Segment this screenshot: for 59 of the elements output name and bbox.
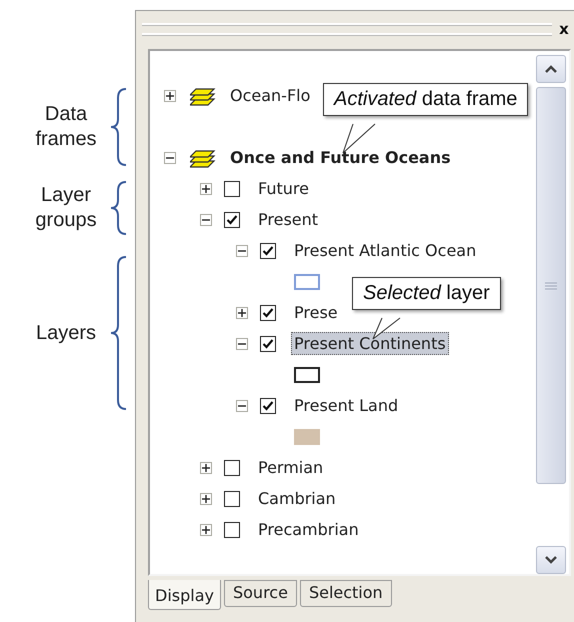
chevron-down-icon xyxy=(545,556,557,564)
checkbox[interactable] xyxy=(224,212,240,228)
checkbox[interactable] xyxy=(260,242,276,258)
expand-toggle[interactable] xyxy=(164,152,176,164)
plus-icon xyxy=(166,92,174,100)
checkmark-icon xyxy=(262,244,274,256)
layer-name[interactable]: Present Land xyxy=(291,394,402,417)
curly-brace xyxy=(110,181,128,235)
layer-group-name[interactable]: Precambrian xyxy=(255,518,362,541)
tab[interactable]: Selection xyxy=(300,580,392,607)
layer-name[interactable]: Present Continents xyxy=(291,332,449,355)
expand-toggle[interactable] xyxy=(200,214,212,226)
checkbox[interactable] xyxy=(224,180,240,196)
expand-toggle[interactable] xyxy=(164,90,176,102)
checkmark-icon xyxy=(262,338,274,350)
grip-icon xyxy=(545,282,557,290)
layer-group-name[interactable]: Present xyxy=(255,208,322,231)
scroll-up-button[interactable] xyxy=(536,55,566,83)
expand-toggle[interactable] xyxy=(200,492,212,504)
plus-icon xyxy=(202,184,210,192)
close-button[interactable]: x xyxy=(558,20,570,38)
expand-toggle[interactable] xyxy=(236,400,248,412)
layer-name[interactable]: Present Atlantic Ocean xyxy=(291,239,480,262)
chevron-up-icon xyxy=(545,65,557,73)
annotation-label: Data frames xyxy=(34,102,98,152)
checkbox[interactable] xyxy=(224,460,240,476)
expand-toggle[interactable] xyxy=(200,182,212,194)
checkmark-icon xyxy=(262,306,274,318)
checkbox[interactable] xyxy=(224,522,240,538)
checkbox[interactable] xyxy=(260,398,276,414)
expand-toggle[interactable] xyxy=(200,524,212,536)
annotation-label: Layer groups xyxy=(34,183,98,233)
data-frame-name[interactable]: Once and Future Oceans xyxy=(227,146,454,169)
checkbox[interactable] xyxy=(260,304,276,320)
annotation-label: Layers xyxy=(34,320,98,346)
scrollbar-thumb[interactable] xyxy=(536,87,566,484)
plus-icon xyxy=(238,308,246,316)
title-grip[interactable] xyxy=(142,23,552,35)
plus-icon xyxy=(202,464,210,472)
plus-icon xyxy=(202,494,210,502)
checkbox[interactable] xyxy=(260,336,276,352)
layer-group-name[interactable]: Cambrian xyxy=(255,487,339,510)
expand-toggle[interactable] xyxy=(236,244,248,256)
layer-group-name[interactable]: Future xyxy=(255,177,312,200)
expand-toggle[interactable] xyxy=(236,306,248,318)
tab[interactable]: Display xyxy=(148,580,221,610)
checkmark-icon xyxy=(262,400,274,412)
plus-icon xyxy=(202,526,210,534)
checkmark-icon xyxy=(226,214,238,226)
data-frame-name[interactable]: Ocean-Flo xyxy=(227,84,314,107)
expand-toggle[interactable] xyxy=(236,338,248,350)
scroll-down-button[interactable] xyxy=(536,546,566,574)
callout: Selected layer xyxy=(352,277,501,310)
layer-group-name[interactable]: Permian xyxy=(255,456,326,479)
tab[interactable]: Source xyxy=(224,580,297,607)
expand-toggle[interactable] xyxy=(200,462,212,474)
layer-name[interactable]: Prese xyxy=(291,301,341,324)
callout: Activated data frame xyxy=(323,83,528,116)
checkbox[interactable] xyxy=(224,490,240,506)
